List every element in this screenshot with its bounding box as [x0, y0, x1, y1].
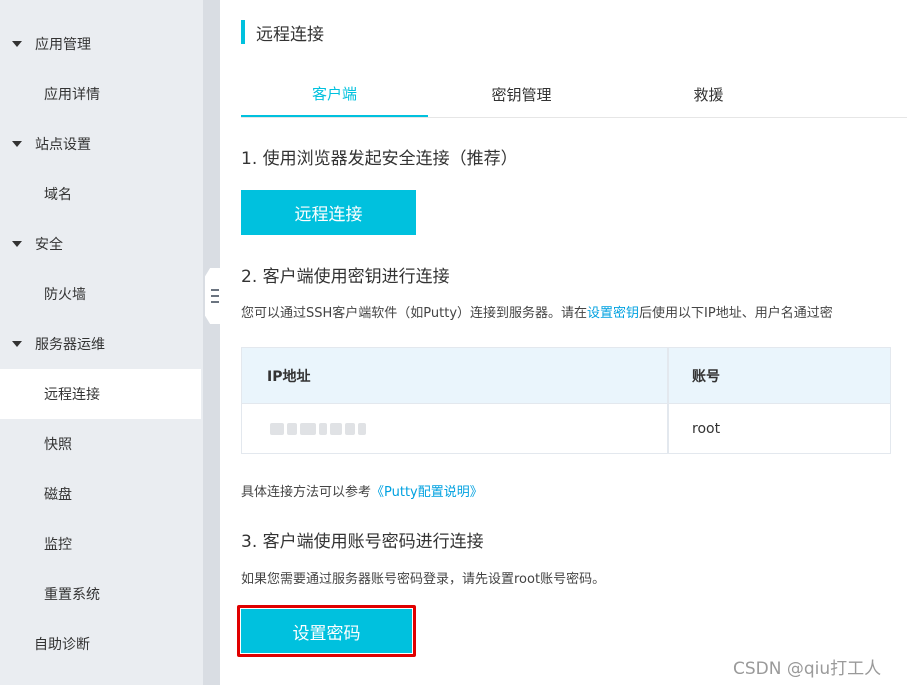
column-divider: [667, 348, 669, 453]
section3-description: 如果您需要通过服务器账号密码登录，请先设置root账号密码。: [241, 572, 606, 587]
sidebar-label: 安全: [35, 237, 63, 253]
sidebar-label: 服务器运维: [35, 337, 105, 353]
menu-icon: [211, 289, 219, 303]
sidebar-label: 快照: [44, 437, 72, 453]
sidebar-label: 应用管理: [35, 37, 91, 53]
caret-down-icon: [12, 141, 22, 147]
putty-reference: 具体连接方法可以参考《Putty配置说明》: [241, 481, 483, 500]
tab-key-management[interactable]: 密钥管理: [428, 72, 615, 117]
red-highlight-annotation: [237, 605, 416, 657]
sidebar: 应用管理 应用详情 站点设置 域名 安全 防火墙 服务器运维 远程连接 快照 磁…: [0, 0, 203, 685]
sidebar-label: 站点设置: [35, 137, 91, 153]
sidebar-label: 监控: [44, 537, 72, 553]
sidebar-group-server-ops[interactable]: 服务器运维: [0, 319, 203, 369]
sidebar-group-site-settings[interactable]: 站点设置: [0, 119, 203, 169]
sidebar-label: 自助诊断: [34, 637, 90, 653]
sidebar-label: 重置系统: [44, 587, 100, 603]
ip-cell-redacted: [270, 404, 366, 454]
ip-column-header: IP地址: [267, 368, 311, 385]
table-header: [242, 348, 890, 404]
sidebar-item-reset-system[interactable]: 重置系统: [0, 569, 203, 619]
watermark: CSDN @qiu打工人: [733, 659, 882, 679]
caret-down-icon: [12, 41, 22, 47]
main-content: 远程连接 客户端 密钥管理 救援 1. 使用浏览器发起安全连接（推荐） 远程连接…: [220, 0, 907, 685]
account-cell: root: [692, 421, 721, 437]
sidebar-label: 磁盘: [44, 487, 72, 503]
sidebar-label: 域名: [44, 187, 72, 203]
sidebar-item-app-details[interactable]: 应用详情: [0, 69, 203, 119]
sidebar-item-self-diagnosis[interactable]: 自助诊断: [0, 619, 203, 669]
desc-text: 您可以通过SSH客户端软件（如Putty）连接到服务器。请在: [241, 306, 588, 321]
connection-table: IP地址 账号 root: [241, 347, 891, 454]
sidebar-item-firewall[interactable]: 防火墙: [0, 269, 203, 319]
set-key-link[interactable]: 设置密钥: [587, 306, 639, 321]
section1-heading: 1. 使用浏览器发起安全连接（推荐）: [241, 149, 518, 169]
sidebar-divider: [203, 0, 220, 685]
ref-text: 具体连接方法可以参考: [241, 485, 372, 500]
sidebar-item-disk[interactable]: 磁盘: [0, 469, 203, 519]
caret-down-icon: [12, 241, 22, 247]
sidebar-item-snapshot[interactable]: 快照: [0, 419, 203, 469]
sidebar-group-security[interactable]: 安全: [0, 219, 203, 269]
sidebar-item-remote-connect[interactable]: 远程连接: [0, 369, 201, 419]
sidebar-label: 防火墙: [44, 287, 86, 303]
account-column-header: 账号: [692, 368, 720, 385]
page-header: 远程连接: [241, 20, 324, 45]
page-title: 远程连接: [256, 24, 324, 45]
caret-down-icon: [12, 341, 22, 347]
sidebar-item-monitor[interactable]: 监控: [0, 519, 203, 569]
sidebar-item-domain[interactable]: 域名: [0, 169, 203, 219]
section3-heading: 3. 客户端使用账号密码进行连接: [241, 532, 484, 552]
sidebar-group-app-management[interactable]: 应用管理: [0, 19, 203, 69]
tab-client[interactable]: 客户端: [241, 72, 428, 117]
redacted-ip: [270, 423, 366, 435]
remote-connect-button[interactable]: 远程连接: [241, 190, 416, 235]
desc-text: 后使用以下IP地址、用户名通过密: [639, 306, 833, 321]
putty-config-link[interactable]: 《Putty配置说明》: [371, 485, 483, 500]
sidebar-label: 应用详情: [44, 87, 100, 103]
title-accent-bar: [241, 20, 245, 44]
tab-bar: 客户端 密钥管理 救援: [241, 72, 907, 118]
section2-heading: 2. 客户端使用密钥进行连接: [241, 267, 450, 287]
section2-description: 您可以通过SSH客户端软件（如Putty）连接到服务器。请在设置密钥后使用以下I…: [241, 302, 833, 321]
sidebar-label: 远程连接: [44, 387, 100, 403]
tab-rescue[interactable]: 救援: [615, 72, 802, 117]
